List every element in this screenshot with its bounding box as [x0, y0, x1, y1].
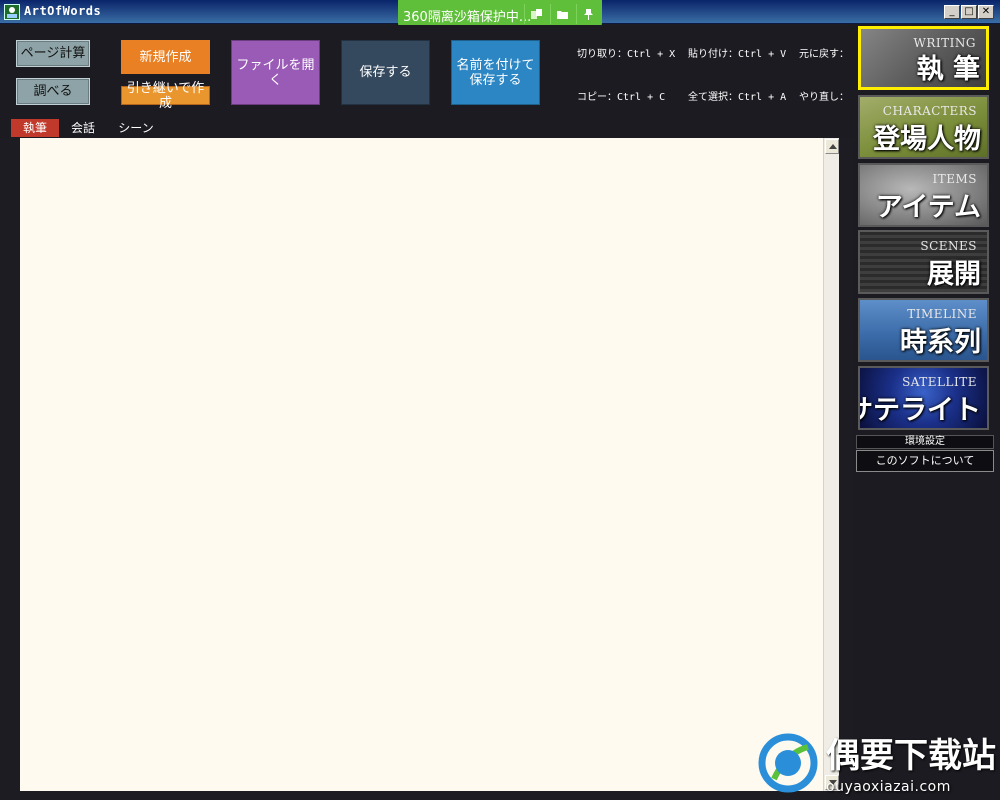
nav-tile-scenes[interactable]: SCENES 展開: [858, 230, 989, 294]
right-nav-panel: WRITING 執 筆 CHARACTERS 登場人物 ITEMS アイテム S…: [853, 24, 1000, 800]
tab-scene[interactable]: シーン: [110, 119, 162, 137]
tab-writing[interactable]: 執筆: [11, 119, 59, 137]
shortcut-undo: 元に戻す：: [799, 49, 849, 60]
settings-button[interactable]: 環境設定: [856, 435, 994, 449]
new-button[interactable]: 新規作成: [121, 40, 210, 74]
watermark-main: 偶要下载站: [826, 736, 996, 776]
tab-bar: 執筆 会話 シーン: [0, 118, 853, 138]
minimize-button[interactable]: _: [944, 5, 960, 19]
about-button[interactable]: このソフトについて: [856, 450, 994, 472]
sandbox-text: 360隔离沙箱保护中...: [403, 10, 532, 25]
nav-tile-jp: 執 筆: [916, 54, 980, 85]
scroll-up-icon[interactable]: [825, 139, 839, 154]
window-title: ArtOfWords: [24, 4, 102, 18]
text-editor[interactable]: [20, 138, 823, 791]
nav-tile-jp: サテライト: [858, 395, 981, 426]
folder-icon[interactable]: [550, 4, 572, 24]
watermark-logo-icon: [758, 733, 818, 793]
nav-tile-jp: アイテム: [875, 192, 981, 223]
save-button[interactable]: 保存する: [341, 40, 430, 105]
nav-tile-writing[interactable]: WRITING 執 筆: [858, 26, 989, 90]
nav-tile-characters[interactable]: CHARACTERS 登場人物: [858, 95, 989, 159]
nav-tile-en: CHARACTERS: [882, 104, 977, 118]
shortcut-select-all: 全て選択：Ctrl + A: [688, 92, 787, 103]
page-calc-button[interactable]: ページ計算: [16, 40, 90, 67]
pin-icon[interactable]: [576, 4, 598, 24]
nav-tile-en: SATELLITE: [902, 375, 977, 389]
shortcut-paste: 貼り付け：Ctrl + V: [688, 49, 787, 60]
watermark: 偶要下载站 ouyaoxiazai.com: [756, 733, 996, 797]
save-as-button[interactable]: 名前を付けて 保存する: [451, 40, 540, 105]
open-file-button[interactable]: ファイルを開く: [231, 40, 320, 105]
continue-new-button[interactable]: 引き継いで作成: [121, 81, 210, 111]
maximize-button[interactable]: □: [961, 5, 977, 19]
tab-dialogue[interactable]: 会話: [63, 119, 103, 137]
nav-tile-en: TIMELINE: [907, 307, 977, 321]
nav-tile-jp: 登場人物: [873, 124, 981, 155]
nav-tile-en: ITEMS: [932, 172, 977, 186]
editor-scrollbar[interactable]: [823, 138, 839, 791]
nav-tile-jp: 展開: [927, 259, 981, 290]
nav-tile-timeline[interactable]: TIMELINE 時系列: [858, 298, 989, 362]
nav-tile-en: SCENES: [920, 239, 977, 253]
nav-tile-en: WRITING: [913, 36, 976, 50]
shortcut-copy: コピー：Ctrl + C: [577, 92, 666, 103]
sandbox-tool-icon[interactable]: [524, 4, 546, 24]
app-icon: [4, 4, 20, 20]
nav-tile-satellite[interactable]: SATELLITE サテライト: [858, 366, 989, 430]
lookup-button[interactable]: 調べる: [16, 78, 90, 105]
close-button[interactable]: ✕: [978, 5, 994, 19]
toolbar: ページ計算 調べる 新規作成 引き継いで作成 ファイルを開く 保存する 名前を付…: [0, 25, 853, 118]
shortcut-redo: やり直し：: [799, 92, 849, 103]
shortcut-cut: 切り取り：Ctrl + X: [577, 49, 676, 60]
nav-tile-jp: 時系列: [900, 327, 981, 358]
watermark-sub: ouyaoxiazai.com: [826, 779, 951, 795]
nav-tile-items[interactable]: ITEMS アイテム: [858, 163, 989, 227]
